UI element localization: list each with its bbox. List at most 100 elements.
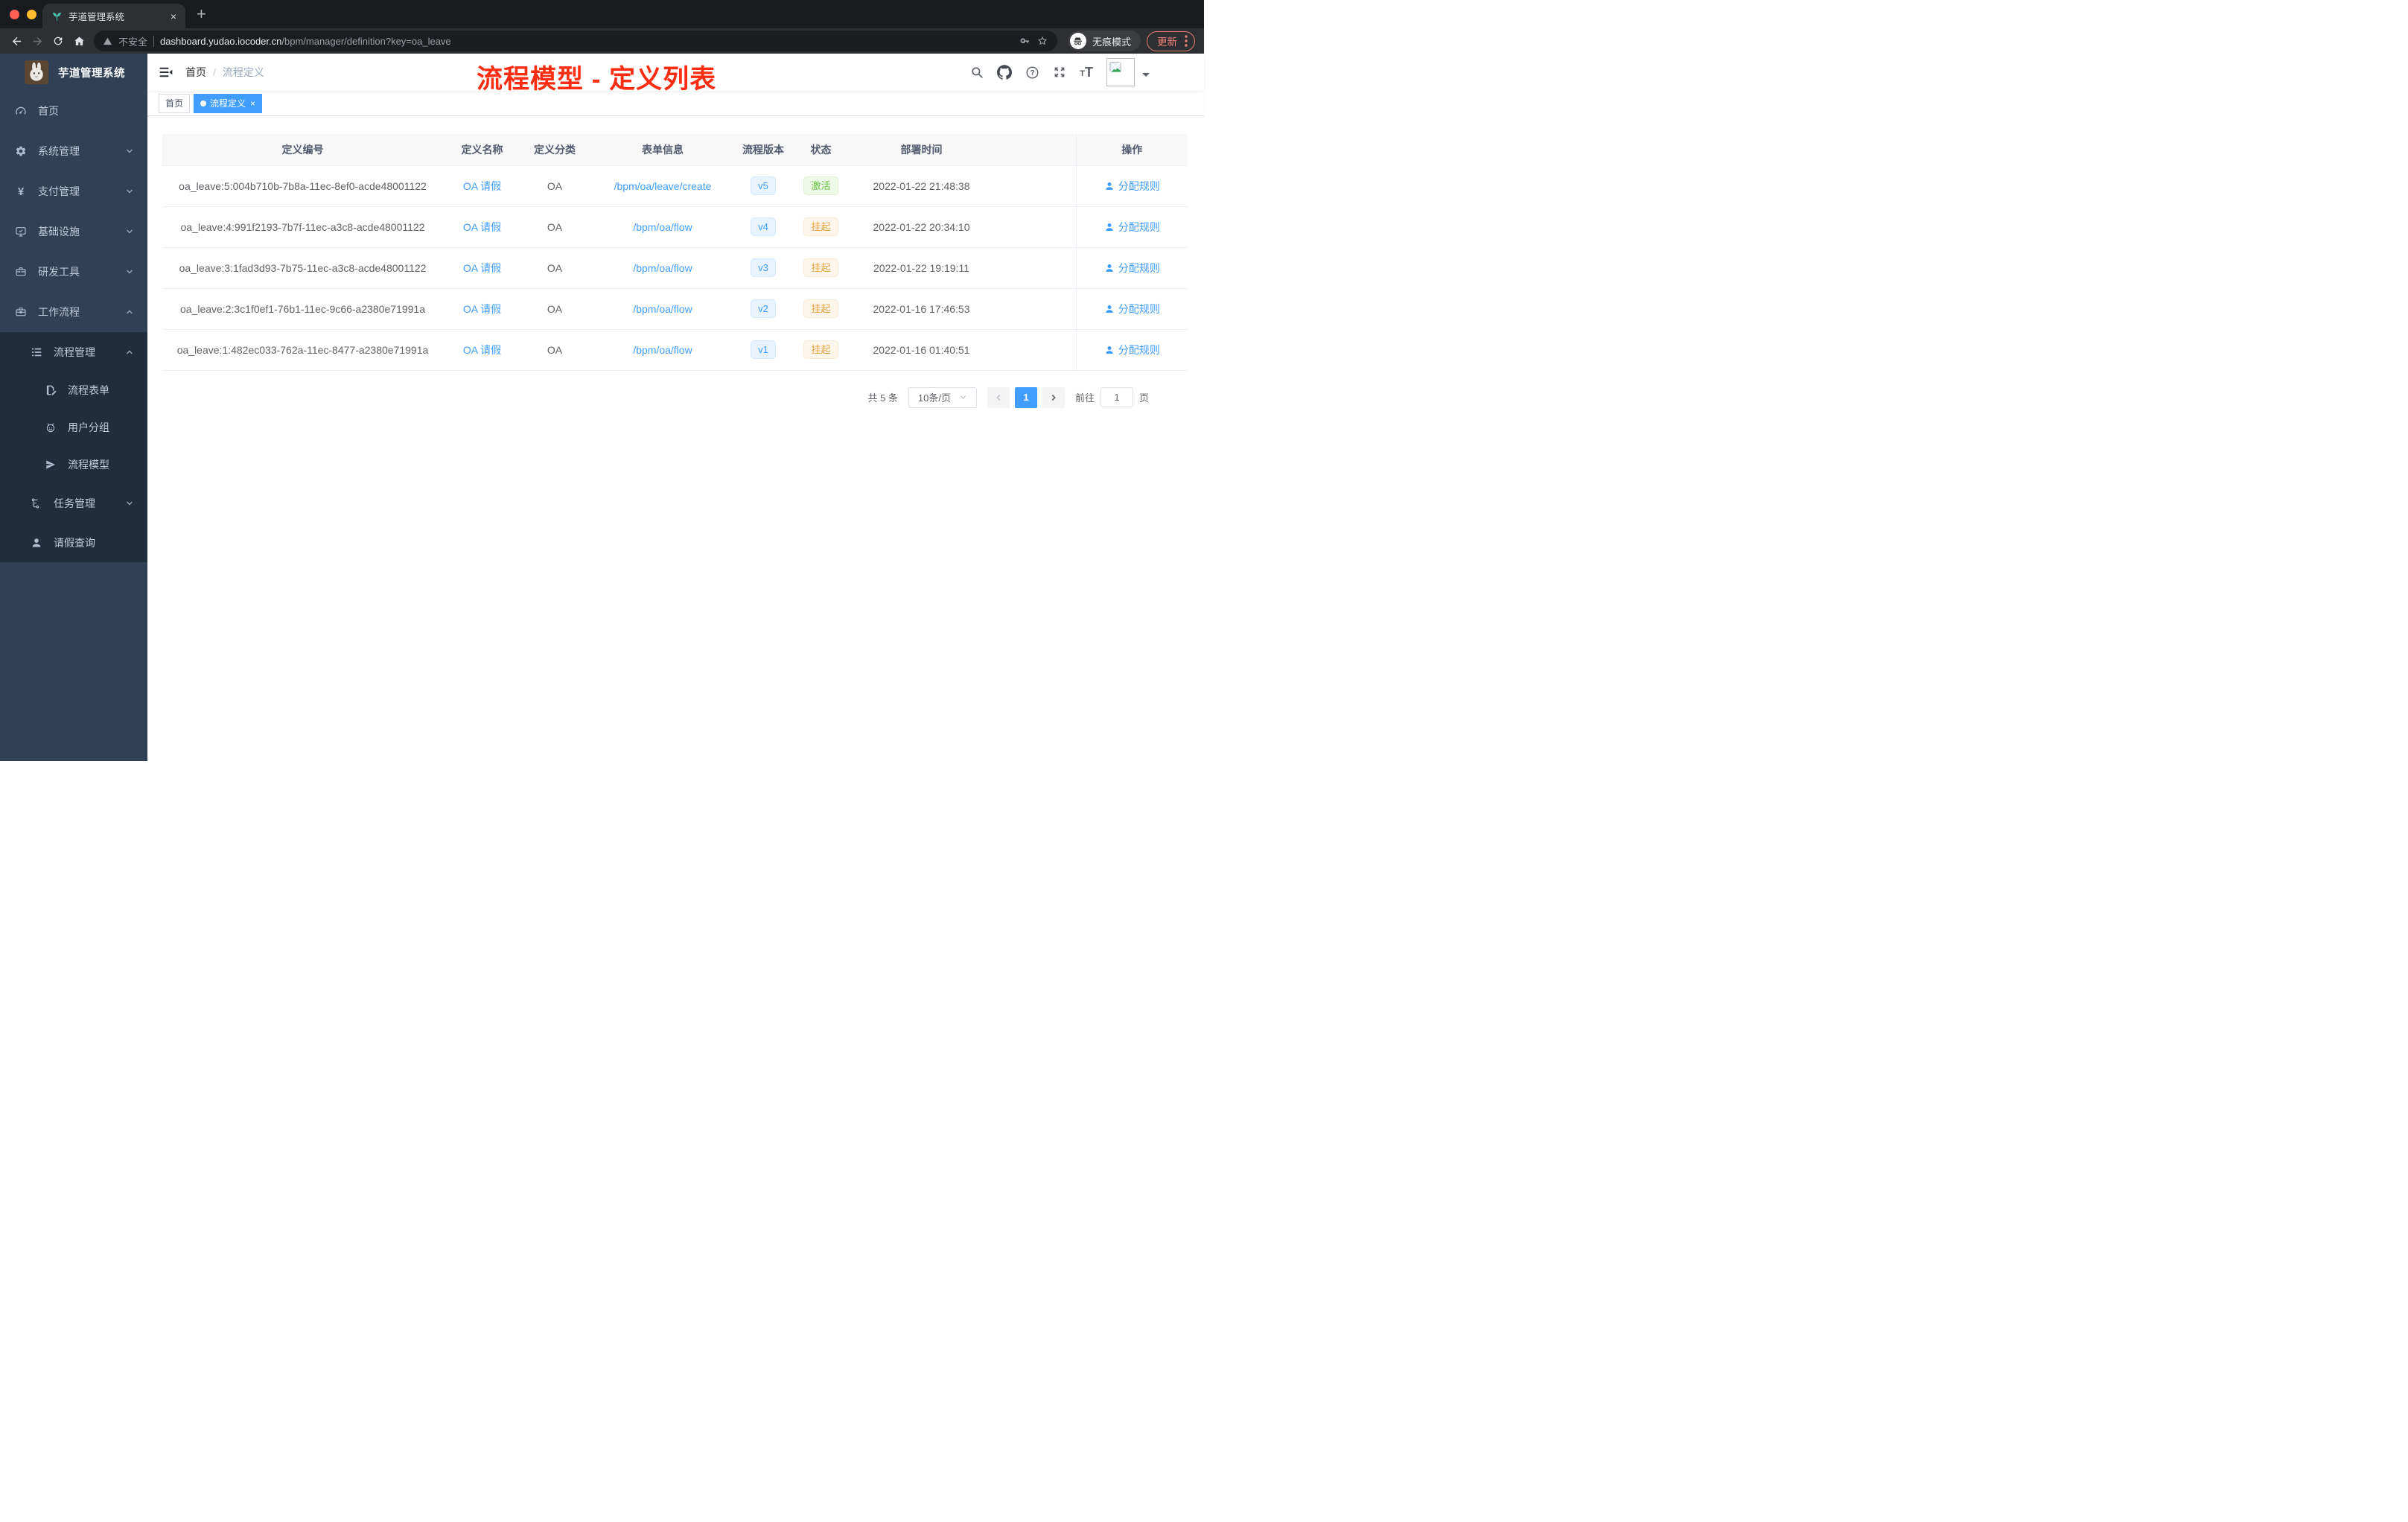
window-close-button[interactable] bbox=[10, 10, 19, 19]
breadcrumb: 首页 / 流程定义 bbox=[185, 65, 264, 80]
sidebar-logo[interactable]: 芋道管理系统 bbox=[0, 54, 147, 91]
forward-button[interactable] bbox=[27, 31, 48, 51]
chevron-up-icon bbox=[125, 348, 134, 357]
definition-name-link[interactable]: OA 请假 bbox=[463, 262, 501, 274]
window-minimize-button[interactable] bbox=[27, 10, 36, 19]
page-size-select[interactable]: 10条/页 bbox=[908, 386, 977, 408]
monitor-icon bbox=[15, 226, 27, 238]
sidebar-item-list[interactable]: 流程管理 bbox=[0, 332, 147, 372]
action-cell: 分配规则 bbox=[1075, 247, 1188, 289]
sidebar-item-form[interactable]: 流程表单 bbox=[0, 372, 147, 409]
action-label: 分配规则 bbox=[1118, 343, 1160, 356]
definition-name-link[interactable]: OA 请假 bbox=[463, 180, 501, 192]
update-button[interactable]: 更新 bbox=[1147, 31, 1195, 51]
tab-title: 芋道管理系统 bbox=[69, 12, 125, 22]
version-badge: v1 bbox=[751, 340, 776, 359]
category-cell: OA bbox=[521, 165, 588, 207]
incognito-label: 无痕模式 bbox=[1092, 36, 1131, 48]
goto-label: 前往 bbox=[1074, 392, 1095, 404]
browser-toolbar: 不安全 dashboard.yudao.iocoder.cn/bpm/manag… bbox=[0, 28, 1204, 54]
form-link[interactable]: /bpm/oa/flow bbox=[633, 303, 692, 315]
assign-rule-link[interactable]: 分配规则 bbox=[1104, 261, 1160, 276]
sidebar-item-user-group[interactable]: 用户分组 bbox=[0, 409, 147, 446]
sidebar-item-yen[interactable]: ¥ 支付管理 bbox=[0, 171, 147, 211]
search-icon[interactable] bbox=[970, 66, 984, 79]
person-icon bbox=[1104, 345, 1115, 355]
sidebar-item-toolbox[interactable]: 研发工具 bbox=[0, 252, 147, 292]
category-cell: OA bbox=[521, 206, 588, 248]
new-tab-button[interactable]: + bbox=[197, 5, 206, 23]
user-avatar[interactable] bbox=[1106, 58, 1135, 86]
page-number-button[interactable]: 1 bbox=[1014, 386, 1037, 408]
key-icon[interactable] bbox=[1019, 35, 1031, 47]
prev-page-button[interactable] bbox=[987, 386, 1010, 408]
column-header: 流程版本 bbox=[737, 134, 789, 166]
assign-rule-link[interactable]: 分配规则 bbox=[1104, 343, 1160, 357]
table-row: oa_leave:1:482ec033-762a-11ec-8477-a2380… bbox=[162, 329, 1188, 371]
tag-close-icon[interactable]: × bbox=[250, 98, 255, 109]
sidebar-item-label: 请假查询 bbox=[54, 536, 95, 549]
sidebar-item-label: 基础设施 bbox=[38, 226, 80, 238]
person-icon bbox=[1104, 304, 1115, 314]
assign-rule-link[interactable]: 分配规则 bbox=[1104, 220, 1160, 235]
address-bar[interactable]: 不安全 dashboard.yudao.iocoder.cn/bpm/manag… bbox=[94, 31, 1057, 51]
sidebar-item-label: 研发工具 bbox=[38, 266, 80, 278]
category-cell: OA bbox=[521, 247, 588, 289]
briefcase-icon bbox=[15, 306, 27, 318]
sidebar-item-label: 系统管理 bbox=[38, 145, 80, 157]
chevron-down-icon bbox=[959, 393, 967, 401]
sidebar-collapse-button[interactable] bbox=[159, 65, 173, 80]
github-icon[interactable] bbox=[997, 65, 1013, 80]
sidebar-item-paper-plane[interactable]: 流程模型 bbox=[0, 446, 147, 483]
home-button[interactable] bbox=[69, 31, 89, 51]
toolbox-icon bbox=[15, 266, 27, 278]
sidebar-item-tree[interactable]: 任务管理 bbox=[0, 483, 147, 523]
sidebar-item-dashboard[interactable]: 首页 bbox=[0, 91, 147, 131]
form-cell: /bpm/oa/leave/create bbox=[588, 165, 737, 207]
tab-close-icon[interactable]: × bbox=[171, 10, 176, 22]
sidebar-item-briefcase[interactable]: 工作流程 bbox=[0, 292, 147, 332]
breadcrumb-item-home[interactable]: 首页 bbox=[185, 65, 206, 80]
chevron-up-icon bbox=[125, 308, 134, 316]
assign-rule-link[interactable]: 分配规则 bbox=[1104, 302, 1160, 316]
definition-id-cell: oa_leave:4:991f2193-7b7f-11ec-a3c8-acde4… bbox=[162, 206, 443, 248]
chevron-down-icon bbox=[125, 499, 134, 508]
definition-name-link[interactable]: OA 请假 bbox=[463, 221, 501, 233]
form-link[interactable]: /bpm/oa/flow bbox=[633, 262, 692, 274]
form-link[interactable]: /bpm/oa/flow bbox=[633, 344, 692, 356]
deploy-time-cell: 2022-01-22 19:19:11 bbox=[853, 247, 990, 289]
font-size-icon[interactable]: TT bbox=[1080, 66, 1093, 79]
status-cell: 挂起 bbox=[789, 288, 853, 330]
definition-name-link[interactable]: OA 请假 bbox=[463, 303, 501, 315]
sidebar-item-gear[interactable]: 系统管理 bbox=[0, 131, 147, 171]
help-icon[interactable]: ? bbox=[1025, 66, 1039, 80]
goto-page-input[interactable] bbox=[1100, 387, 1133, 407]
security-label: 不安全 bbox=[118, 36, 148, 48]
chevron-down-icon bbox=[125, 267, 134, 276]
app-title: 芋道管理系统 bbox=[58, 67, 125, 80]
assign-rule-link[interactable]: 分配规则 bbox=[1104, 179, 1160, 194]
status-badge: 挂起 bbox=[803, 258, 838, 277]
sidebar-item-person[interactable]: 请假查询 bbox=[0, 523, 147, 562]
form-link[interactable]: /bpm/oa/flow bbox=[633, 221, 692, 233]
next-page-button[interactable] bbox=[1042, 386, 1065, 408]
sidebar-item-monitor[interactable]: 基础设施 bbox=[0, 211, 147, 252]
back-button[interactable] bbox=[6, 31, 27, 51]
form-link[interactable]: /bpm/oa/leave/create bbox=[614, 180, 712, 192]
column-header: 定义名称 bbox=[443, 134, 521, 166]
bookmark-star-icon[interactable] bbox=[1036, 35, 1048, 47]
definition-name-link[interactable]: OA 请假 bbox=[463, 344, 501, 356]
version-cell: v3 bbox=[737, 247, 789, 289]
reload-button[interactable] bbox=[48, 31, 69, 51]
definition-id-cell: oa_leave:2:3c1f0ef1-76b1-11ec-9c66-a2380… bbox=[162, 288, 443, 330]
version-cell: v1 bbox=[737, 329, 789, 371]
security-warning-icon bbox=[103, 36, 112, 46]
definition-name-cell: OA 请假 bbox=[443, 247, 521, 289]
fullscreen-icon[interactable] bbox=[1053, 66, 1066, 79]
tag-active[interactable]: 流程定义 × bbox=[194, 93, 263, 113]
category-cell: OA bbox=[521, 329, 588, 371]
definition-id-cell: oa_leave:3:1fad3d93-7b75-11ec-a3c8-acde4… bbox=[162, 247, 443, 289]
tag-item[interactable]: 首页× bbox=[159, 93, 191, 113]
category-cell: OA bbox=[521, 288, 588, 330]
browser-tab[interactable]: 芋道管理系统 × bbox=[42, 4, 185, 28]
